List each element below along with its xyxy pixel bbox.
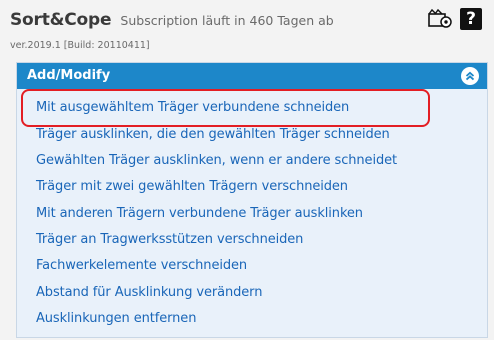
command-link[interactable]: Träger ausklinken, die den gewählten Trä… [36,127,390,142]
subscription-status: Subscription läuft in 460 Tagen ab [120,13,334,28]
chevron-double-up-icon[interactable] [461,67,479,85]
command-link[interactable]: Abstand für Ausklinkung verändern [36,285,262,300]
version-label: ver.2019.1 [Build: 20110411] [10,40,150,51]
command-link[interactable]: Träger mit zwei gewählten Trägern versch… [36,179,348,194]
panel-header[interactable]: Add/Modify [17,63,487,89]
app-name: Sort&Cope [10,10,112,30]
command-link[interactable]: Ausklinkungen entfernen [36,311,196,326]
add-modify-panel: Add/Modify Mit ausgewähltem Träger verbu… [16,62,488,338]
header-toolbar: ? [426,7,482,31]
title-row: Sort&Cope Subscription läuft in 460 Tage… [10,10,334,30]
plugin-header: Sort&Cope Subscription läuft in 460 Tage… [0,0,494,62]
video-settings-icon[interactable] [426,7,454,31]
panel-title: Add/Modify [27,68,111,83]
command-link[interactable]: Fachwerkelemente verschneiden [36,258,247,273]
command-link[interactable]: Mit anderen Trägern verbundene Träger au… [36,206,363,221]
command-link[interactable]: Träger an Tragwerksstützen verschneiden [36,232,303,247]
help-icon[interactable]: ? [460,8,482,30]
command-link[interactable]: Mit ausgewähltem Träger verbundene schne… [36,100,349,115]
command-link[interactable]: Gewählten Träger ausklinken, wenn er and… [36,153,397,168]
plugin-window: Sort&Cope Subscription läuft in 460 Tage… [0,0,494,340]
